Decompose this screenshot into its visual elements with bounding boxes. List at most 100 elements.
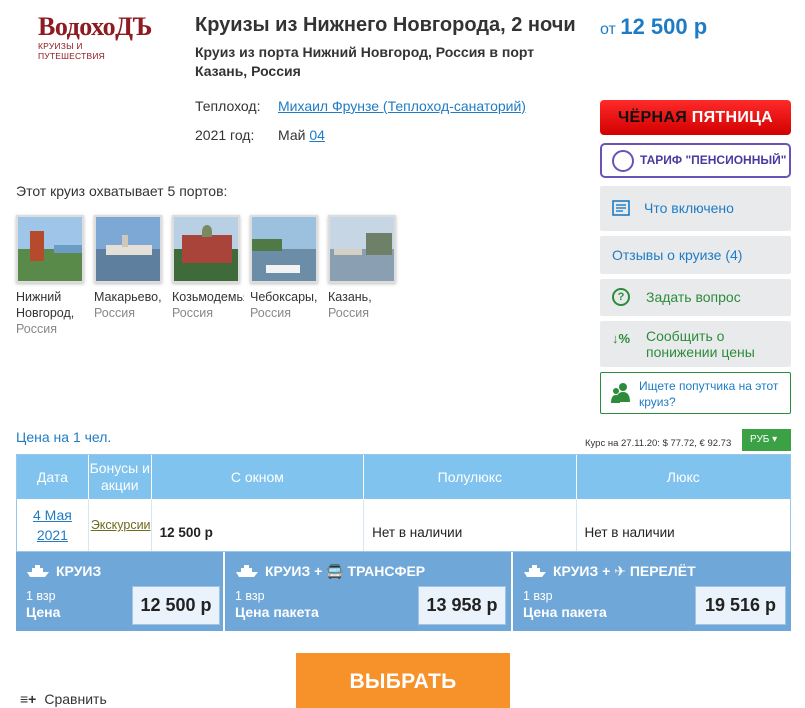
port-country: Россия (16, 322, 57, 336)
month-label: Май (278, 127, 306, 143)
semilux-cell: Нет в наличии (364, 499, 577, 551)
package-bar: КРУИЗ 1 взр Цена 12 500 р КРУИЗ + 🚍 ТРАН… (16, 552, 791, 631)
ask-question-button[interactable]: ? Задать вопрос (600, 279, 791, 316)
year-label: 2021 год: (195, 127, 255, 143)
port-photo[interactable] (172, 215, 240, 283)
col-header-semilux: Полулюкс (364, 455, 577, 499)
port-name: Казань, (328, 290, 372, 304)
port-photo[interactable] (94, 215, 162, 283)
table-row: 4 Мая 2021 Экскурсии 12 500 р Нет в нали… (17, 499, 790, 551)
col-header-bonus: Бонусы и акции (89, 455, 152, 499)
page-subtitle: Круиз из порта Нижний Новгород, Россия в… (195, 44, 535, 79)
port-item[interactable]: Макарьево, Россия (94, 215, 166, 321)
port-name: Нижний (16, 290, 62, 304)
port-name-line2: Новгород, (16, 306, 75, 320)
date-day[interactable]: 4 Мая (33, 507, 72, 523)
date-year[interactable]: 2021 (37, 527, 68, 543)
port-item[interactable]: Казань, Россия (328, 215, 400, 321)
ship-icon (524, 565, 546, 577)
price-from-value: 12 500 р (620, 14, 708, 39)
package-price-label: Цена пакета (235, 604, 319, 620)
price-table: Дата Бонусы и акции С окном Полулюкс Люк… (16, 454, 791, 552)
package-cruise-flight[interactable]: КРУИЗ + ✈ ПЕРЕЛЁТ 1 взр Цена пакета 19 5… (513, 552, 791, 631)
package-price-label: Цена пакета (523, 604, 607, 620)
port-item[interactable]: Козьмодемьянск, Россия (172, 215, 244, 321)
grandma-icon (612, 150, 634, 172)
price-from-label: от (600, 21, 616, 38)
pension-label: ТАРИФ "ПЕНСИОННЫЙ" (640, 153, 787, 167)
col-header-lux: Люкс (666, 468, 700, 485)
port-photo[interactable] (250, 215, 318, 283)
exchange-rate: Курс на 27.11.20: $ 77.72, € 92.73 (585, 438, 732, 449)
package-persons: 1 взр (523, 589, 553, 603)
package-price[interactable]: 13 958 р (418, 586, 506, 625)
bonus-cell: Экскурсии (89, 499, 152, 551)
logo-brand: ВодохоДЪ (38, 12, 152, 41)
package-title: КРУИЗ (26, 563, 101, 579)
port-photo[interactable] (16, 215, 84, 283)
document-icon (612, 186, 630, 234)
ship-row: Теплоход: Михаил Фрунзе (Теплоход-санатор… (195, 98, 526, 114)
reviews-label: Отзывы о круизе (4) (612, 247, 743, 263)
date-cell[interactable]: 4 Мая 2021 (17, 499, 89, 551)
package-persons: 1 взр (235, 589, 265, 603)
price-drop-button[interactable]: ↓% Сообщить о понижении цены (600, 321, 791, 367)
date-row: 2021 год: Май 04 (195, 127, 325, 143)
package-title-text: КРУИЗ (56, 563, 102, 579)
page-title: Круизы из Нижнего Новгорода, 2 ночи (195, 14, 576, 36)
package-title: КРУИЗ + ✈ ПЕРЕЛЁТ (523, 563, 696, 580)
lux-cell: Нет в наличии (584, 525, 675, 540)
brand-logo[interactable]: ВодохоДЪ КРУИЗЫ И ПУТЕШЕСТВИЯ (38, 12, 152, 62)
reviews-button[interactable]: Отзывы о круизе (4) (600, 236, 791, 274)
package-price[interactable]: 12 500 р (132, 586, 220, 625)
package-persons: 1 взр (26, 589, 56, 603)
col-header-window: С окном (152, 455, 365, 499)
whats-included-label: Что включено (644, 200, 734, 216)
package-price-label: Цена (26, 604, 61, 620)
whats-included-button[interactable]: Что включено (600, 186, 791, 231)
compare-icon: ≡+ (20, 691, 37, 707)
ship-link[interactable]: Михаил Фрунзе (Теплоход-санаторий) (278, 98, 526, 114)
price-drop-label: Сообщить о понижении цены (646, 328, 755, 360)
compare-button[interactable]: ≡+ Сравнить (20, 691, 107, 707)
day-link[interactable]: 04 (309, 127, 325, 143)
excursions-link[interactable]: Экскурсии (89, 499, 151, 532)
ports-title: Этот круиз охватывает 5 портов: (16, 183, 228, 199)
port-country: Россия (328, 306, 369, 320)
package-title-text: КРУИЗ + ✈ ПЕРЕЛЁТ (553, 563, 696, 579)
package-title-text: КРУИЗ + 🚍 ТРАНСФЕР (265, 563, 426, 579)
ask-question-label: Задать вопрос (646, 289, 741, 305)
black-friday-banner[interactable]: ЧЁРНАЯ ПЯТНИЦА (600, 100, 791, 135)
find-companion-button[interactable]: Ищете попутчика на этот круиз? (600, 372, 791, 414)
find-companion-label: Ищете попутчика на этот круиз? (639, 379, 779, 409)
choose-button[interactable]: ВЫБРАТЬ (296, 653, 510, 708)
currency-select[interactable]: РУБ ▾ (742, 429, 791, 451)
ship-icon (27, 565, 49, 577)
port-name: Козьмодемьянск, (172, 290, 244, 304)
package-cruise-transfer[interactable]: КРУИЗ + 🚍 ТРАНСФЕР 1 взр Цена пакета 13 … (225, 552, 513, 631)
black-friday-dark: ЧЁРНАЯ (618, 109, 688, 126)
package-cruise[interactable]: КРУИЗ 1 взр Цена 12 500 р (16, 552, 225, 631)
package-title: КРУИЗ + 🚍 ТРАНСФЕР (235, 563, 425, 580)
per-person-label: Цена на 1 чел. (16, 429, 112, 445)
compare-label: Сравнить (44, 691, 107, 707)
port-item[interactable]: Чебоксары, Россия (250, 215, 322, 321)
logo-tagline: КРУИЗЫ И ПУТЕШЕСТВИЯ (38, 41, 105, 61)
people-icon (611, 382, 631, 404)
port-photo[interactable] (328, 215, 396, 283)
port-country: Россия (172, 306, 213, 320)
percent-down-icon: ↓% (612, 331, 631, 346)
package-price[interactable]: 19 516 р (695, 586, 786, 625)
pension-tariff-button[interactable]: ТАРИФ "ПЕНСИОННЫЙ" (600, 143, 791, 178)
price-from: от 12 500 р (600, 14, 707, 40)
ship-icon (236, 565, 258, 577)
window-price-cell[interactable]: 12 500 р (152, 499, 365, 551)
price-table-header: Дата Бонусы и акции С окном Полулюкс Люк… (17, 455, 790, 499)
port-name: Макарьево, (94, 290, 162, 304)
port-name: Чебоксары, (250, 290, 318, 304)
port-country: Россия (250, 306, 291, 320)
question-icon: ? (612, 288, 630, 306)
col-header-date: Дата (17, 455, 89, 499)
port-item[interactable]: Нижний Новгород, Россия (16, 215, 88, 337)
ship-label: Теплоход: (195, 98, 261, 114)
